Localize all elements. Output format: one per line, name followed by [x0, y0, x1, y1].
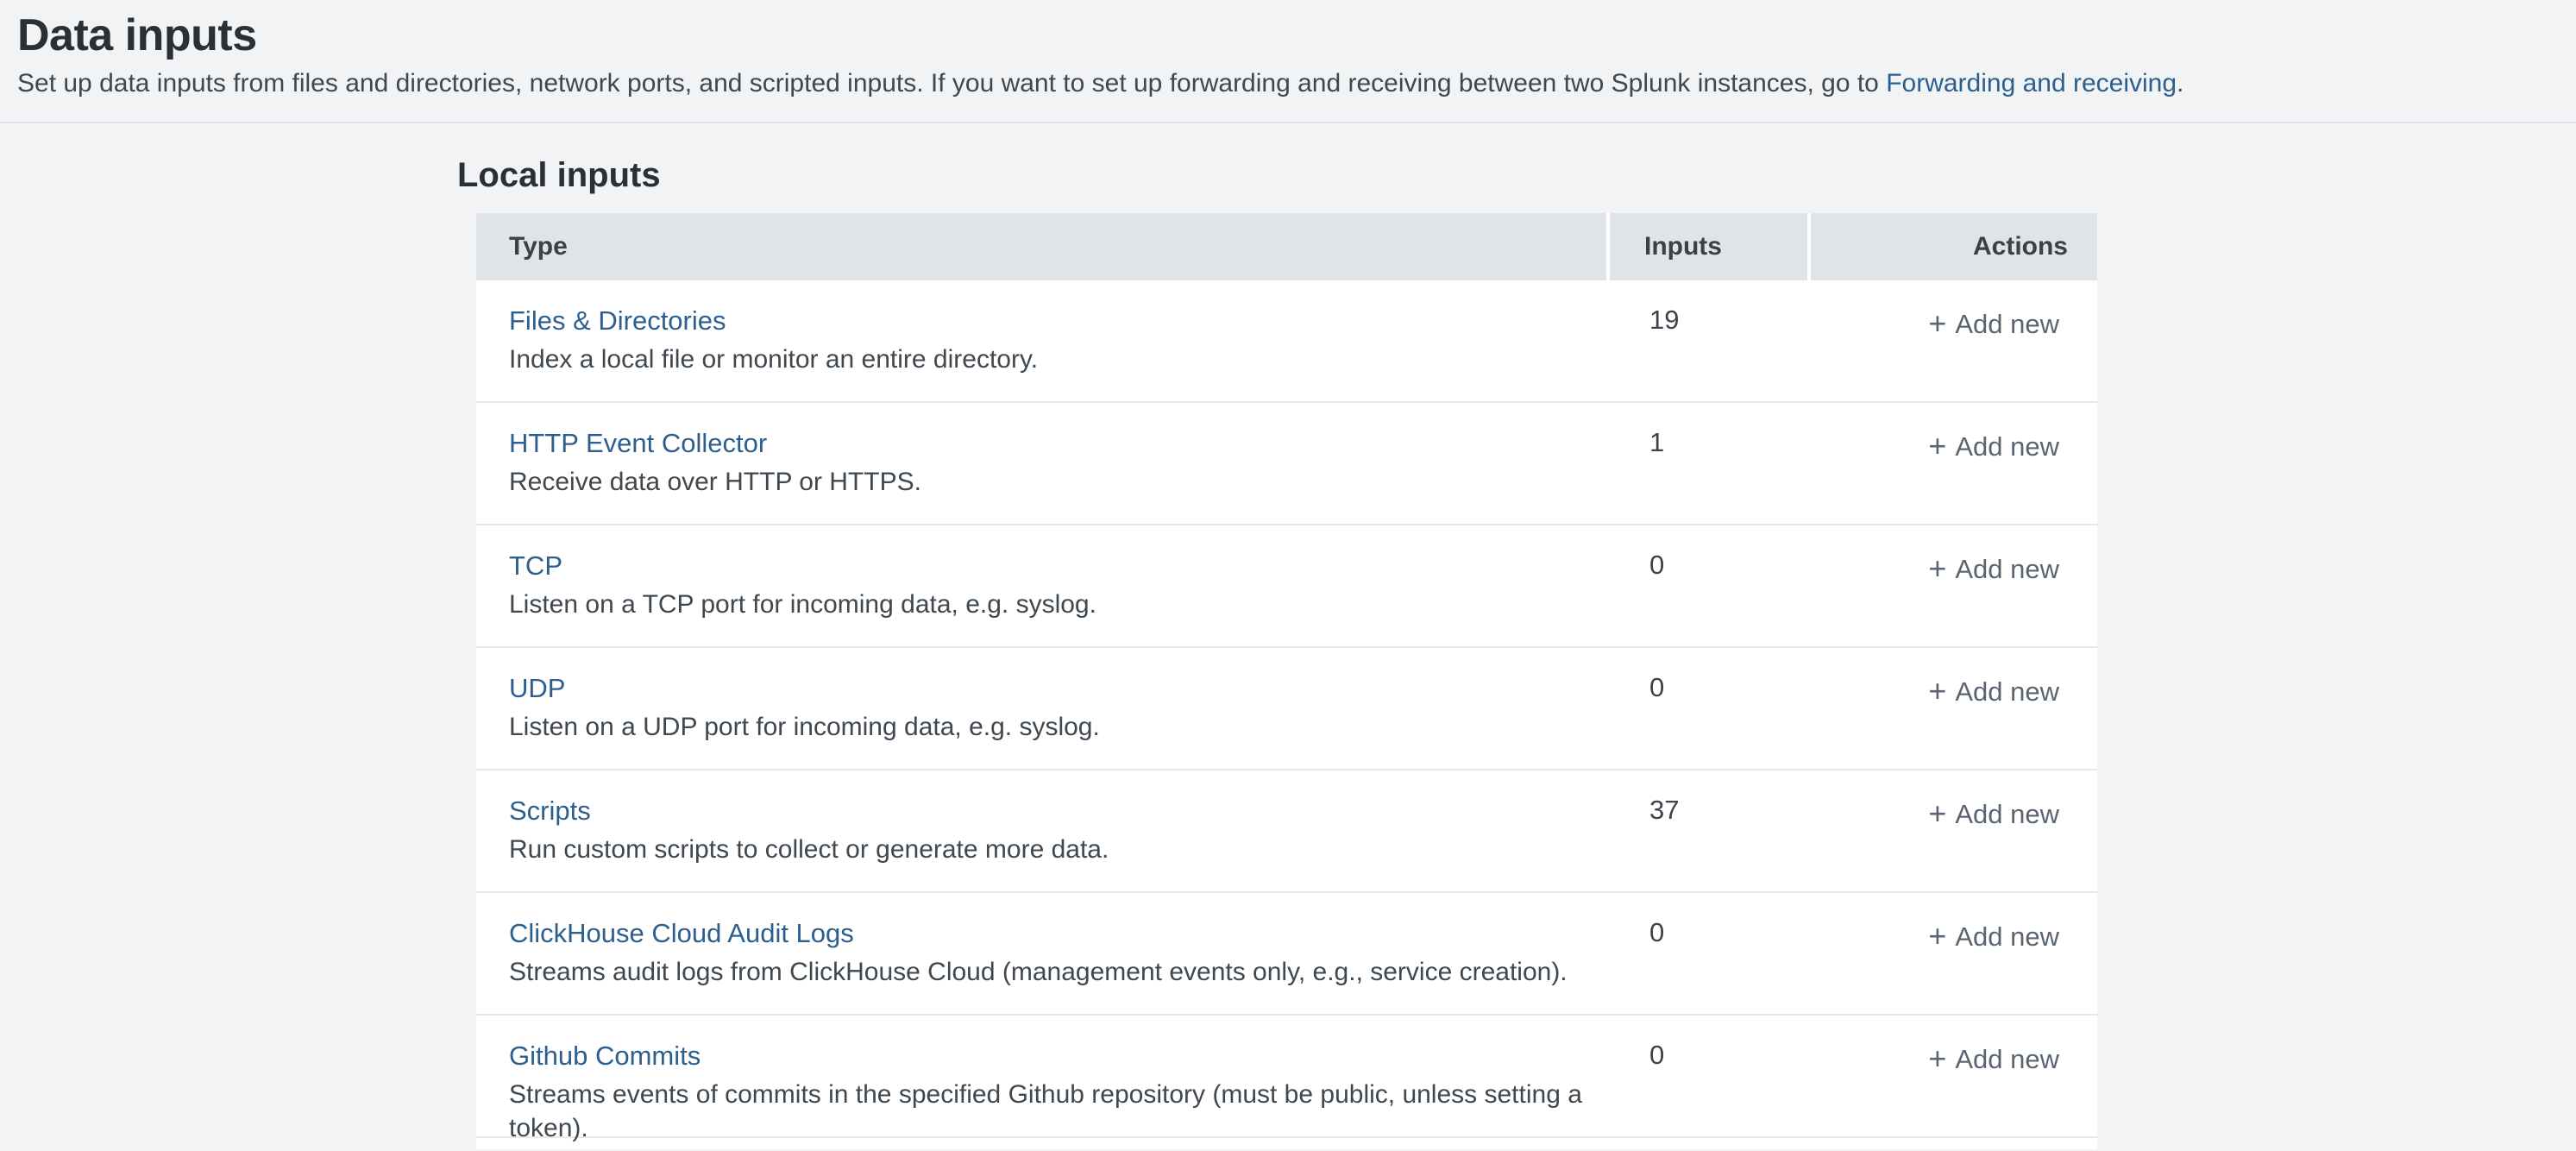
inputs-cell: 1 — [1610, 403, 1811, 524]
add-new-label: Add new — [1955, 309, 2059, 339]
inputs-cell: 0 — [1610, 648, 1811, 769]
local-inputs-table: Type Inputs Actions Files & Directories … — [476, 213, 2097, 1149]
input-type-description: Receive data over HTTP or HTTPS. — [509, 465, 1593, 499]
input-type-link[interactable]: Scripts — [509, 795, 591, 827]
inputs-cell: 37 — [1610, 770, 1811, 891]
type-cell: Scripts Run custom scripts to collect or… — [476, 770, 1610, 891]
actions-cell: + Add new — [1811, 770, 2097, 891]
actions-cell: + Add new — [1811, 280, 2097, 401]
table-row: TCP Listen on a TCP port for incoming da… — [476, 525, 2097, 648]
input-type-description: Index a local file or monitor an entire … — [509, 343, 1593, 376]
inputs-count: 1 — [1649, 427, 1664, 457]
add-new-button[interactable]: + Add new — [1928, 676, 2059, 707]
table-row: ClickHouse Cloud Audit Logs Streams audi… — [476, 893, 2097, 1016]
type-cell: Github Commits Streams events of commits… — [476, 1016, 1610, 1136]
type-cell: Files & Directories Index a local file o… — [476, 280, 1610, 401]
content: Local inputs Type Inputs Actions Files &… — [0, 154, 2576, 1149]
input-type-description: Listen on a UDP port for incoming data, … — [509, 710, 1593, 744]
inputs-cell: 0 — [1610, 1016, 1811, 1136]
inputs-cell: 0 — [1610, 525, 1811, 646]
page: { "page": { "title": "Data inputs", "sub… — [0, 0, 2576, 1151]
add-new-label: Add new — [1955, 676, 2059, 707]
plus-icon: + — [1928, 305, 1946, 341]
column-header-type: Type — [476, 213, 1610, 280]
table-row: HTTP Event Collector Receive data over H… — [476, 403, 2097, 525]
plus-icon: + — [1928, 918, 1946, 953]
input-type-link[interactable]: ClickHouse Cloud Audit Logs — [509, 917, 854, 949]
add-new-label: Add new — [1955, 921, 2059, 952]
inputs-count: 0 — [1649, 672, 1664, 702]
page-header: Data inputs Set up data inputs from file… — [0, 0, 2576, 123]
page-subtitle-period: . — [2177, 69, 2183, 97]
table-row: Scripts Run custom scripts to collect or… — [476, 770, 2097, 893]
type-cell: UDP Listen on a UDP port for incoming da… — [476, 648, 1610, 769]
add-new-button[interactable]: + Add new — [1928, 1044, 2059, 1074]
plus-icon: + — [1928, 796, 1946, 831]
type-cell: HTTP Event Collector Receive data over H… — [476, 403, 1610, 524]
input-type-description: Listen on a TCP port for incoming data, … — [509, 588, 1593, 621]
inputs-count: 0 — [1649, 917, 1664, 947]
input-type-description: Streams events of commits in the specifi… — [509, 1078, 1593, 1145]
type-cell: ClickHouse Cloud Audit Logs Streams audi… — [476, 893, 1610, 1014]
plus-icon: + — [1928, 673, 1946, 708]
input-type-link[interactable]: TCP — [509, 550, 562, 582]
add-new-button[interactable]: + Add new — [1928, 921, 2059, 952]
input-type-link[interactable]: Github Commits — [509, 1040, 701, 1072]
input-type-description: Run custom scripts to collect or generat… — [509, 833, 1593, 866]
local-inputs-heading: Local inputs — [457, 154, 2576, 196]
plus-icon: + — [1928, 550, 1946, 586]
table-row: UDP Listen on a UDP port for incoming da… — [476, 648, 2097, 770]
actions-cell: + Add new — [1811, 893, 2097, 1014]
add-new-label: Add new — [1955, 554, 2059, 584]
actions-cell: + Add new — [1811, 525, 2097, 646]
inputs-count: 0 — [1649, 1040, 1664, 1070]
table-header-row: Type Inputs Actions — [476, 213, 2097, 280]
inputs-count: 37 — [1649, 795, 1679, 825]
add-new-button[interactable]: + Add new — [1928, 431, 2059, 462]
page-subtitle: Set up data inputs from files and direct… — [17, 67, 2555, 100]
plus-icon: + — [1928, 1041, 1946, 1076]
forwarding-and-receiving-link[interactable]: Forwarding and receiving — [1886, 69, 2177, 97]
add-new-label: Add new — [1955, 1044, 2059, 1074]
add-new-button[interactable]: +Add new — [1928, 309, 2059, 339]
plus-icon: + — [1928, 428, 1946, 463]
input-type-link[interactable]: Files & Directories — [509, 305, 726, 336]
inputs-cell: 0 — [1610, 893, 1811, 1014]
add-new-button[interactable]: +Add new — [1928, 554, 2059, 584]
add-new-label: Add new — [1955, 799, 2059, 829]
actions-cell: + Add new — [1811, 1016, 2097, 1136]
type-cell: TCP Listen on a TCP port for incoming da… — [476, 525, 1610, 646]
input-type-link[interactable]: HTTP Event Collector — [509, 427, 767, 459]
table-row: Files & Directories Index a local file o… — [476, 280, 2097, 403]
column-header-actions: Actions — [1811, 213, 2097, 280]
input-type-link[interactable]: UDP — [509, 672, 565, 704]
table-row: Github Commits Streams events of commits… — [476, 1016, 2097, 1138]
inputs-cell: 19 — [1610, 280, 1811, 401]
input-type-description: Streams audit logs from ClickHouse Cloud… — [509, 955, 1593, 989]
add-new-label: Add new — [1955, 431, 2059, 462]
column-header-inputs: Inputs — [1610, 213, 1811, 280]
actions-cell: + Add new — [1811, 648, 2097, 769]
page-title: Data inputs — [17, 10, 2555, 62]
add-new-button[interactable]: + Add new — [1928, 799, 2059, 829]
inputs-count: 0 — [1649, 550, 1664, 580]
inputs-count: 19 — [1649, 305, 1679, 335]
actions-cell: + Add new — [1811, 403, 2097, 524]
page-subtitle-text: Set up data inputs from files and direct… — [17, 69, 1886, 97]
table-body: Files & Directories Index a local file o… — [476, 280, 2097, 1138]
